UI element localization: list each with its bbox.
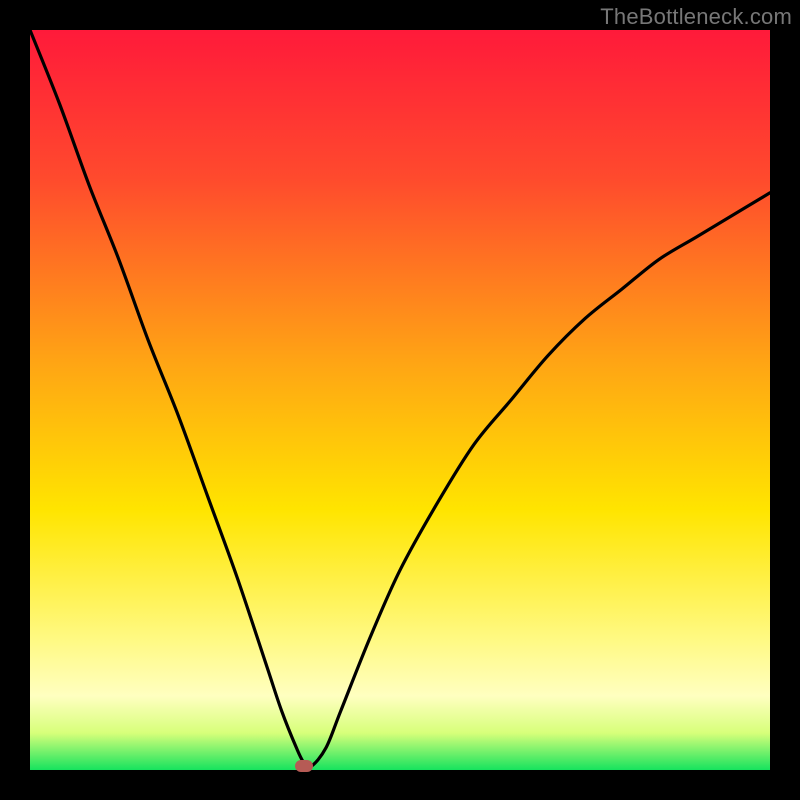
optimal-marker	[295, 760, 313, 772]
chart-frame: TheBottleneck.com	[0, 0, 800, 800]
bottleneck-curve	[30, 30, 770, 770]
plot-area	[30, 30, 770, 770]
watermark-text: TheBottleneck.com	[600, 4, 792, 30]
